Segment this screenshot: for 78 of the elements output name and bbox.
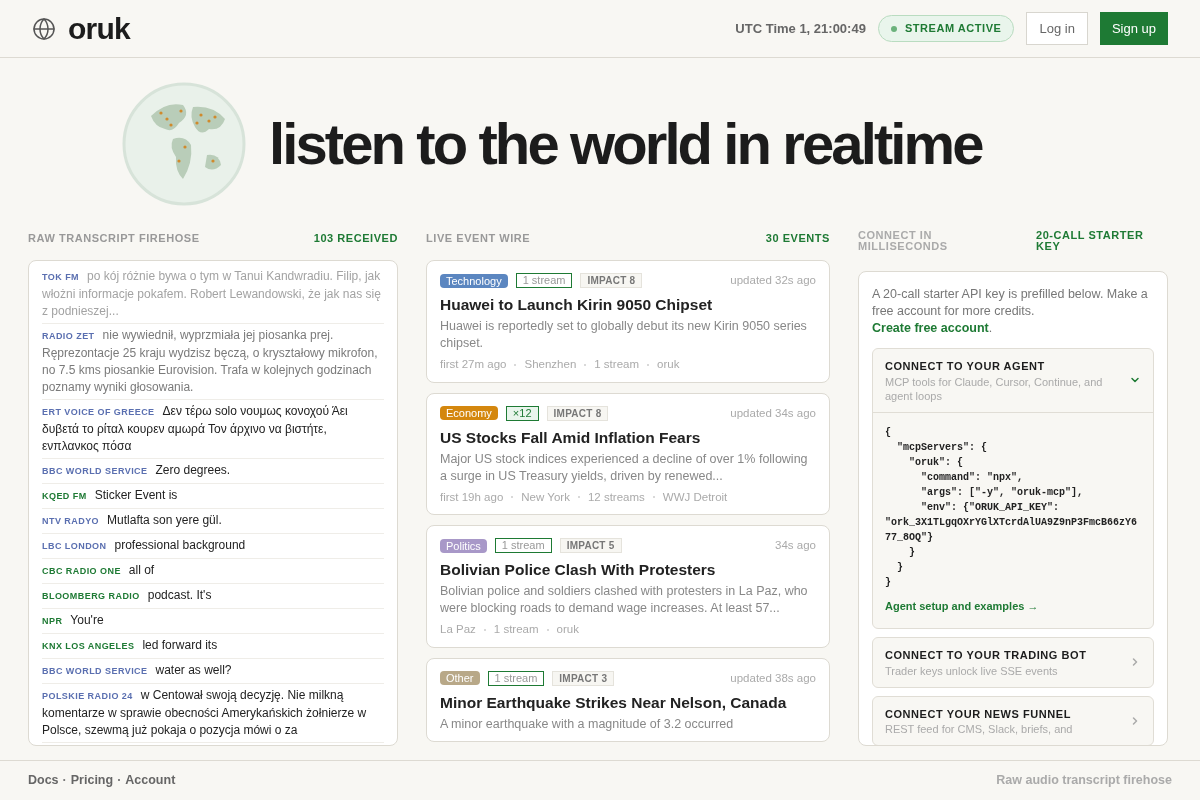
logo[interactable]: oruk bbox=[68, 6, 130, 51]
updated-time: updated 32s ago bbox=[730, 273, 816, 288]
category-tag: Politics bbox=[440, 538, 487, 553]
globe-icon bbox=[32, 16, 56, 41]
received-count: 103 RECEIVED bbox=[313, 231, 398, 246]
stream-count-tag: 1 stream bbox=[487, 670, 545, 686]
footer-link[interactable]: Docs bbox=[28, 771, 59, 790]
event-summary: Major US stock indices experienced a decline of over 1% following a surge in US Treasury yields, driven by renewed... bbox=[440, 450, 809, 485]
transcript-entry: BLOOMBERG RADIO podcast. It's bbox=[42, 584, 384, 609]
stream-status-badge: STREAM ACTIVE bbox=[877, 15, 1015, 42]
login-button[interactable]: Log in bbox=[1026, 11, 1088, 46]
separator: · bbox=[62, 772, 67, 790]
transcript-entry: LBC LONDON professional background bbox=[42, 534, 384, 559]
event-title: Huawei to Launch Kirin 9050 Chipset bbox=[440, 295, 714, 316]
starter-key-label: 20-CALL STARTER KEY bbox=[1036, 230, 1145, 252]
section-title: CONNECT IN MILLISECONDS bbox=[858, 230, 949, 252]
event-title: Bolivian Police Clash With Protesters bbox=[440, 560, 717, 581]
event-meta: first 19h ago bbox=[440, 489, 504, 505]
event-meta: New York bbox=[521, 489, 570, 505]
utc-time: UTC Time 1, 21:00:49 bbox=[735, 19, 866, 38]
footer-tagline: Raw audio transcript firehose bbox=[996, 772, 1172, 790]
section-header[interactable]: CONNECT TO YOUR TRADING BOT Trader keys unlock live SSE events bbox=[873, 638, 1153, 687]
impact-tag: IMPACT 5 bbox=[559, 538, 622, 554]
signup-button[interactable]: Sign up bbox=[1099, 11, 1168, 46]
section-title: RAW TRANSCRIPT FIREHOSE bbox=[28, 231, 200, 246]
transcript-entry: ERT VOICE OF GREECE Δεν τέρω solo νουμως κονοχού Άει δυβετά το ρίταλ κουρεν αμωρά Τον άρχινο να βιστήτε, ενπλανκος πόσα bbox=[42, 400, 384, 459]
transcript-entry: TOK FM po kój różnie bywa o tym w Tanui Kandwradiu. Filip, jak włożni informacje pokafem. Robert Lewandowski, że jak nas się z podnieszej... bbox=[42, 265, 384, 324]
footer-link[interactable]: Pricing bbox=[70, 771, 114, 790]
footer-link[interactable]: Account bbox=[125, 771, 176, 790]
event-meta: WWJ Detroit bbox=[662, 489, 728, 505]
category-tag: Economy bbox=[440, 406, 498, 421]
event-summary: A minor earthquake with a magnitude of 3.2 occurred bbox=[440, 715, 735, 733]
event-card[interactable]: Other 1 stream IMPACT 3 updated 38s ago Minor Earthquake Strikes Near Nelson, Canada A minor earthquake with a magnitude of 3.2 occurred bbox=[426, 657, 830, 742]
stream-count-tag: 1 stream bbox=[494, 538, 552, 554]
agent-setup-link[interactable]: Agent setup and examples → bbox=[885, 597, 1141, 614]
transcript-entry: CBC RADIO ONE all of bbox=[42, 559, 384, 584]
transcript-entry: POLSKIE RADIO 24 w Centował swoją decyzję. Nie milkną komentarze w sprawie obecności Amerykańskich żołnierze w Polsce, szewmą już pokaja o pozycja mówi o za bbox=[42, 684, 384, 743]
event-title: Minor Earthquake Strikes Near Nelson, Canada bbox=[440, 692, 788, 713]
transcript-entry: NTV RADYO Mutlafta son yere gül. bbox=[42, 509, 384, 534]
event-meta: oruk bbox=[657, 357, 680, 373]
event-summary: Bolivian police and soldiers clashed with protesters in La Paz, who were blocking roads to demand wage increases. At least 57... bbox=[440, 583, 809, 618]
event-meta: first 27m ago bbox=[440, 357, 507, 373]
event-meta: 1 stream bbox=[594, 357, 640, 373]
event-meta: Shenzhen bbox=[524, 357, 577, 373]
updated-time: updated 38s ago bbox=[730, 670, 816, 686]
event-summary: Huawei is reportedly set to globally debut its new Kirin 9050 series chipset. bbox=[440, 318, 808, 353]
intro-text: A 20-call starter API key is prefilled below. Make a free account for more credits. Create free account. bbox=[872, 286, 1149, 337]
event-card[interactable] bbox=[426, 392, 830, 515]
event-card[interactable] bbox=[426, 525, 830, 648]
config-code: { "mcpServers": { "oruk": { "command": "npx", "args": ["-y", "oruk-mcp"], "env": {"ORUK_API_KEY": "ork_3X1TLgqOXrYGlXTcrdAlUA9Z9nP3FmcB66zY677_8OQ"} } } } bbox=[885, 425, 1139, 590]
stream-count-tag: ×12 bbox=[505, 405, 539, 421]
section-header[interactable]: CONNECT YOUR NEWS FUNNEL REST feed for CMS, Slack, briefs, and bbox=[873, 696, 1153, 745]
event-card[interactable]: Technology 1 stream IMPACT 8 updated 32s ago Huawei to Launch Kirin 9050 Chipset Huawei is reportedly set to globally debut its new Kirin 9050 series chipset. first 27m ago Shenzhen 1 stream oruk bbox=[426, 260, 830, 383]
section-title: LIVE EVENT WIRE bbox=[426, 231, 531, 246]
create-account-link[interactable]: Create free account bbox=[872, 321, 989, 335]
impact-tag: IMPACT 8 bbox=[580, 273, 643, 289]
event-meta: 12 streams bbox=[587, 489, 645, 505]
event-meta: oruk bbox=[556, 622, 579, 638]
category-tag: Technology bbox=[440, 273, 508, 288]
category-tag: Other bbox=[440, 671, 480, 686]
transcript-entry: BBC WORLD SERVICE Zero degrees. bbox=[42, 459, 384, 484]
transcript-entry: BBC WORLD SERVICE water as well? bbox=[42, 659, 384, 684]
separator: · bbox=[117, 772, 122, 790]
event-count: 30 EVENTS bbox=[765, 231, 830, 246]
event-meta: La Paz bbox=[440, 622, 476, 638]
event-title: US Stocks Fall Amid Inflation Fears bbox=[440, 427, 702, 448]
stream-count-tag: 1 stream bbox=[515, 273, 573, 289]
transcript-entry: KNX LOS ANGELES led forward its bbox=[42, 634, 384, 659]
updated-time: updated 34s ago bbox=[730, 405, 816, 421]
transcript-entry: RADIO ZET nie wywiednił, wyprzmiała jej piosanka prej. Ręprezontacje 25 kraju wydzisz bęczą, o kryształowy mikrofon, no 7.5 kms piosankie Eurovision. Trafa w kolejnych godzinach poznamy wyniki głosowania. bbox=[42, 324, 384, 400]
hero-title: listen to the world in realtime bbox=[269, 115, 982, 173]
section-header[interactable]: CONNECT TO YOUR AGENT MCP tools for Claude, Cursor, Continue, and agent loops bbox=[873, 349, 1153, 413]
impact-tag: IMPACT 8 bbox=[546, 405, 609, 421]
updated-time: 34s ago bbox=[775, 538, 816, 553]
transcript-entry: NPR You're bbox=[42, 609, 384, 634]
event-meta: 1 stream bbox=[493, 622, 539, 638]
transcript-entry: KQED FM Sticker Event is bbox=[42, 484, 384, 509]
impact-tag: IMPACT 3 bbox=[552, 670, 615, 686]
